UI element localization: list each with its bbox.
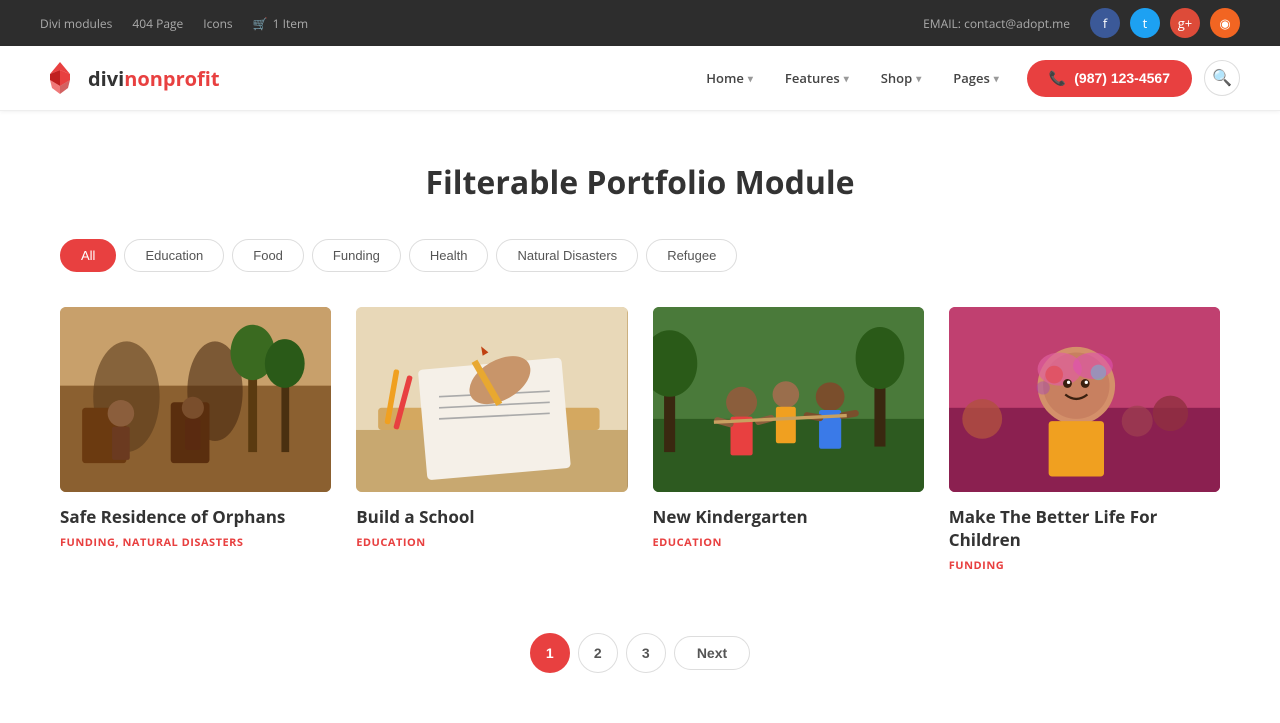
topbar: Divi modules 404 Page Icons 🛒 1 Item EMA… — [0, 0, 1280, 46]
facebook-icon[interactable]: f — [1090, 8, 1120, 38]
portfolio-card-title-2: Build a School — [356, 506, 627, 529]
googleplus-icon[interactable]: g+ — [1170, 8, 1200, 38]
page-title: Filterable Portfolio Module — [60, 161, 1220, 204]
chevron-down-icon: ▾ — [844, 71, 849, 85]
topbar-link-divi-modules[interactable]: Divi modules — [40, 15, 112, 32]
search-button[interactable]: 🔍 — [1204, 60, 1240, 96]
nav-features[interactable]: Features ▾ — [771, 61, 863, 95]
topbar-email: EMAIL: contact@adopt.me — [923, 15, 1070, 32]
twitter-icon[interactable]: t — [1130, 8, 1160, 38]
cart-count: 1 Item — [273, 15, 308, 32]
nav-home[interactable]: Home ▾ — [692, 61, 767, 95]
page-button-2[interactable]: 2 — [578, 633, 618, 673]
topbar-link-404[interactable]: 404 Page — [132, 15, 183, 32]
nav-links: Home ▾ Features ▾ Shop ▾ Pages ▾ 📞 (987)… — [692, 60, 1240, 97]
logo-svg-icon — [40, 58, 80, 98]
portfolio-card-image-4 — [949, 307, 1220, 492]
portfolio-card-3[interactable]: New Kindergarten EDUCATION — [653, 307, 924, 573]
topbar-link-icons[interactable]: Icons — [203, 15, 232, 32]
pagination: 1 2 3 Next — [60, 613, 1220, 693]
portfolio-card-2[interactable]: Build a School EDUCATION — [356, 307, 627, 573]
search-icon: 🔍 — [1212, 68, 1232, 88]
portfolio-card-title-3: New Kindergarten — [653, 506, 924, 529]
filter-tab-food[interactable]: Food — [232, 239, 304, 272]
cart-item[interactable]: 🛒 1 Item — [253, 15, 308, 32]
filter-tab-education[interactable]: Education — [124, 239, 224, 272]
portfolio-card-title-1: Safe Residence of Orphans — [60, 506, 331, 529]
chevron-down-icon: ▾ — [748, 71, 753, 85]
main-content: Filterable Portfolio Module All Educatio… — [0, 111, 1280, 723]
topbar-links: Divi modules 404 Page Icons 🛒 1 Item — [40, 15, 308, 32]
nav-shop[interactable]: Shop ▾ — [867, 61, 935, 95]
filter-tab-natural-disasters[interactable]: Natural Disasters — [496, 239, 638, 272]
page-button-1[interactable]: 1 — [530, 633, 570, 673]
portfolio-card-image-1 — [60, 307, 331, 492]
portfolio-card-title-4: Make The Better Life For Children — [949, 506, 1220, 552]
nav-pages[interactable]: Pages ▾ — [939, 61, 1013, 95]
next-button[interactable]: Next — [674, 636, 750, 670]
topbar-email-link[interactable]: contact@adopt.me — [964, 15, 1070, 32]
portfolio-card-1[interactable]: Safe Residence of Orphans FUNDING, NATUR… — [60, 307, 331, 573]
children-image — [949, 307, 1220, 492]
portfolio-card-cats-3: EDUCATION — [653, 535, 924, 550]
navbar: divinonprofit Home ▾ Features ▾ Shop ▾ P… — [0, 46, 1280, 111]
portfolio-card-image-3 — [653, 307, 924, 492]
phone-button[interactable]: 📞 (987) 123-4567 — [1027, 60, 1192, 97]
cart-icon: 🛒 — [253, 15, 268, 32]
portfolio-card-4[interactable]: Make The Better Life For Children FUNDIN… — [949, 307, 1220, 573]
filter-tab-all[interactable]: All — [60, 239, 116, 272]
phone-icon: 📞 — [1049, 70, 1066, 87]
filter-tab-refugee[interactable]: Refugee — [646, 239, 737, 272]
chevron-down-icon: ▾ — [916, 71, 921, 85]
portfolio-card-image-2 — [356, 307, 627, 492]
portfolio-card-cats-4: FUNDING — [949, 558, 1220, 573]
portfolio-card-cats-1: FUNDING, NATURAL DISASTERS — [60, 535, 331, 550]
topbar-right: EMAIL: contact@adopt.me f t g+ ◉ — [923, 8, 1240, 38]
filter-tab-health[interactable]: Health — [409, 239, 489, 272]
orphans-image — [60, 307, 331, 492]
portfolio-card-cats-2: EDUCATION — [356, 535, 627, 550]
kindergarten-image — [653, 307, 924, 492]
filter-tab-funding[interactable]: Funding — [312, 239, 401, 272]
filter-tabs: All Education Food Funding Health Natura… — [60, 239, 1220, 272]
logo[interactable]: divinonprofit — [40, 58, 220, 98]
portfolio-grid: Safe Residence of Orphans FUNDING, NATUR… — [60, 307, 1220, 573]
rss-icon[interactable]: ◉ — [1210, 8, 1240, 38]
school-image — [356, 307, 627, 492]
page-button-3[interactable]: 3 — [626, 633, 666, 673]
chevron-down-icon: ▾ — [994, 71, 999, 85]
logo-text: divinonprofit — [88, 65, 220, 92]
